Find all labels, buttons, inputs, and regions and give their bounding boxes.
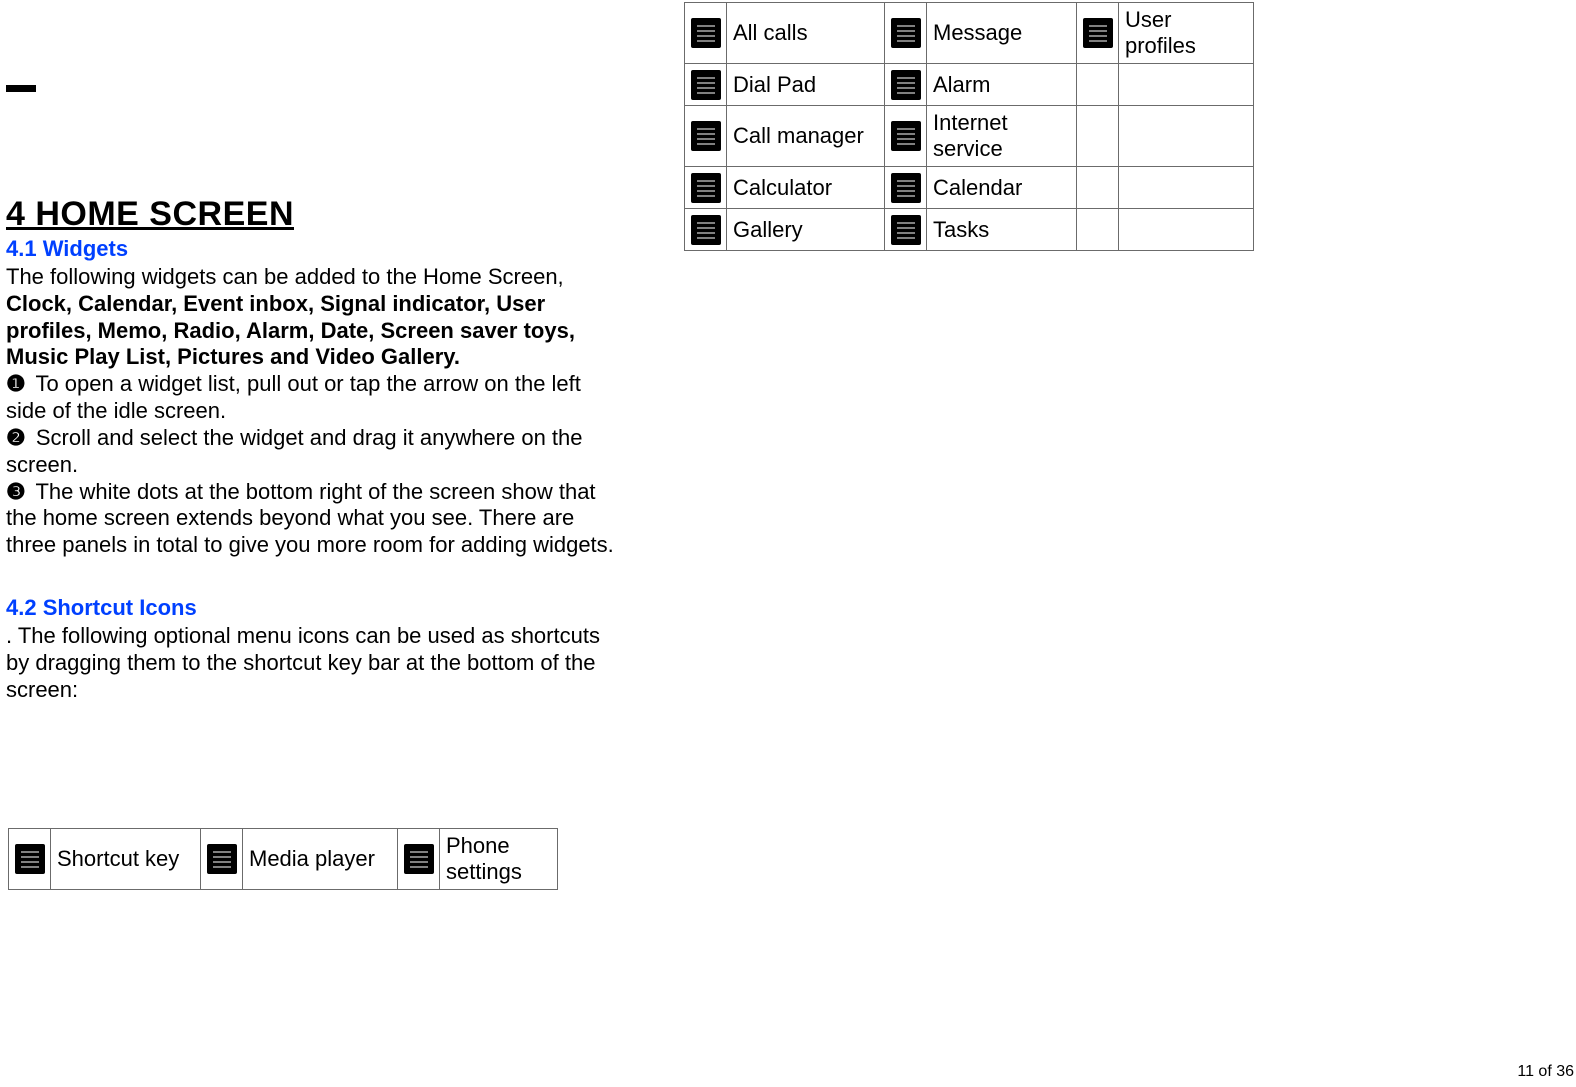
widgets-step-1: ❶ To open a widget list, pull out or tap…	[6, 371, 622, 425]
gallery-label: Gallery	[727, 209, 885, 251]
shortcut-table-left-inner: Shortcut key Media player Phone settings	[8, 828, 558, 890]
empty-label	[1119, 106, 1254, 167]
heading-home-screen: 4 HOME SCREEN	[6, 195, 622, 234]
shortcut-table-left: Shortcut key Media player Phone settings	[8, 828, 558, 890]
step-text-1: To open a widget list, pull out or tap t…	[6, 371, 581, 423]
call-manager-label: Call manager	[727, 106, 885, 167]
widgets-list: Clock, Calendar, Event inbox, Signal ind…	[6, 291, 622, 371]
table-row: Calculator Calendar	[685, 167, 1254, 209]
tasks-icon	[885, 209, 927, 251]
widgets-step-3: ❸ The white dots at the bottom right of …	[6, 479, 622, 559]
tasks-label: Tasks	[927, 209, 1077, 251]
table-row: Gallery Tasks	[685, 209, 1254, 251]
empty-icon	[1077, 167, 1119, 209]
user-profiles-label: User profiles	[1119, 3, 1254, 64]
left-column: 4 HOME SCREEN 4.1 Widgets The following …	[6, 195, 622, 704]
empty-label	[1119, 64, 1254, 106]
shortcut-key-label: Shortcut key	[51, 829, 201, 890]
user-profiles-icon	[1077, 3, 1119, 64]
shortcut-table-right: All calls Message User profiles Dial Pad…	[684, 2, 1254, 251]
table-row: All calls Message User profiles	[685, 3, 1254, 64]
widgets-intro: The following widgets can be added to th…	[6, 264, 622, 291]
phone-settings-label: Phone settings	[440, 829, 558, 890]
step-number-2: ❷	[6, 425, 26, 450]
message-label: Message	[927, 3, 1077, 64]
media-player-label: Media player	[243, 829, 398, 890]
shortcut-key-icon	[9, 829, 51, 890]
decorative-dash	[6, 85, 36, 92]
shortcut-table-right-inner: All calls Message User profiles Dial Pad…	[684, 2, 1254, 251]
widgets-step-2: ❷ Scroll and select the widget and drag …	[6, 425, 622, 479]
alarm-label: Alarm	[927, 64, 1077, 106]
step-number-3: ❸	[6, 479, 26, 504]
table-row: Dial Pad Alarm	[685, 64, 1254, 106]
step-text-2: Scroll and select the widget and drag it…	[6, 425, 583, 477]
heading-widgets: 4.1 Widgets	[6, 236, 622, 262]
call-manager-icon	[685, 106, 727, 167]
empty-label	[1119, 167, 1254, 209]
table-row: Shortcut key Media player Phone settings	[9, 829, 558, 890]
internet-service-icon	[885, 106, 927, 167]
table-row: Call manager Internet service	[685, 106, 1254, 167]
empty-label	[1119, 209, 1254, 251]
alarm-icon	[885, 64, 927, 106]
calendar-label: Calendar	[927, 167, 1077, 209]
all-calls-icon	[685, 3, 727, 64]
empty-icon	[1077, 209, 1119, 251]
phone-settings-icon	[398, 829, 440, 890]
calendar-icon	[885, 167, 927, 209]
empty-icon	[1077, 106, 1119, 167]
page-number: 11 of 36	[1517, 1063, 1574, 1081]
gallery-icon	[685, 209, 727, 251]
dial-pad-label: Dial Pad	[727, 64, 885, 106]
all-calls-label: All calls	[727, 3, 885, 64]
calculator-label: Calculator	[727, 167, 885, 209]
empty-icon	[1077, 64, 1119, 106]
internet-service-label: Internet service	[927, 106, 1077, 167]
dial-pad-icon	[685, 64, 727, 106]
heading-shortcut-icons: 4.2 Shortcut Icons	[6, 595, 622, 621]
calculator-icon	[685, 167, 727, 209]
message-icon	[885, 3, 927, 64]
shortcut-icons-intro: . The following optional menu icons can …	[6, 623, 622, 703]
step-text-3: The white dots at the bottom right of th…	[6, 479, 614, 558]
step-number-1: ❶	[6, 371, 26, 396]
media-player-icon	[201, 829, 243, 890]
